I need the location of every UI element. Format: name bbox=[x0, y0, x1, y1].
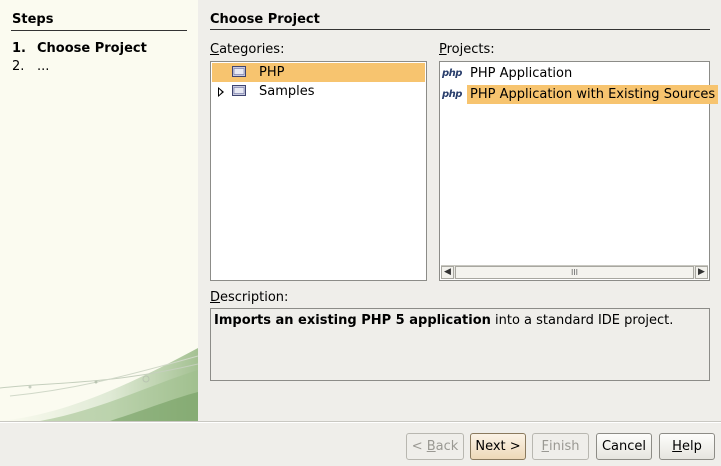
decorative-swirl-graphic bbox=[0, 348, 198, 421]
description-bold-text: Imports an existing PHP 5 application bbox=[214, 313, 491, 328]
projects-label: Projects: bbox=[439, 42, 495, 57]
php-icon: php bbox=[442, 68, 462, 79]
back-button[interactable]: < Back bbox=[406, 433, 464, 460]
steps-title: Steps bbox=[12, 12, 54, 27]
label-text: rojects: bbox=[446, 42, 495, 57]
scroll-right-button[interactable]: ▶ bbox=[695, 266, 708, 279]
title-divider bbox=[210, 29, 710, 30]
description-text: into a standard IDE project. bbox=[490, 313, 674, 328]
categories-label: Categories: bbox=[210, 42, 284, 57]
scrollbar-grip-icon: III bbox=[570, 268, 579, 277]
step-number: 1. bbox=[12, 41, 26, 56]
step-item-choose-project: 1. Choose Project bbox=[12, 41, 147, 56]
folder-icon bbox=[232, 65, 246, 81]
finish-button[interactable]: Finish bbox=[532, 433, 589, 460]
list-item-php-existing-sources[interactable]: php PHP Application with Existing Source… bbox=[442, 85, 719, 104]
help-button[interactable]: Help bbox=[659, 433, 715, 460]
button-mnemonic: H bbox=[672, 439, 682, 454]
projects-list[interactable]: php PHP Application php PHP Application … bbox=[439, 61, 719, 281]
label-text: ategories: bbox=[219, 42, 285, 57]
button-text: < bbox=[411, 439, 427, 454]
step-number: 2. bbox=[12, 59, 25, 74]
button-mnemonic: B bbox=[426, 439, 436, 454]
label-text: escription: bbox=[220, 290, 289, 305]
step-label: ... bbox=[37, 59, 50, 74]
step-label: Choose Project bbox=[37, 41, 147, 56]
horizontal-scrollbar[interactable]: ◀ III ▶ bbox=[441, 265, 708, 279]
tree-item-samples[interactable]: Samples bbox=[212, 82, 425, 101]
cancel-button[interactable]: Cancel bbox=[596, 433, 652, 460]
label-mnemonic: P bbox=[439, 42, 447, 57]
steps-divider bbox=[11, 30, 187, 31]
description-box: Imports an existing PHP 5 application in… bbox=[210, 308, 710, 381]
tree-item-label: PHP bbox=[256, 63, 288, 82]
footer-divider bbox=[0, 421, 721, 423]
list-item-label: PHP Application with Existing Sources bbox=[467, 85, 719, 104]
description-label: Description: bbox=[210, 290, 288, 305]
label-mnemonic: D bbox=[210, 290, 221, 305]
scrollbar-thumb[interactable]: III bbox=[455, 266, 694, 279]
php-icon: php bbox=[442, 89, 462, 100]
list-item-label: PHP Application bbox=[470, 66, 573, 81]
button-text: ack bbox=[435, 439, 459, 454]
page-title: Choose Project bbox=[210, 12, 320, 27]
button-text: inish bbox=[549, 439, 580, 454]
list-item-php-application[interactable]: php PHP Application bbox=[442, 64, 575, 83]
button-text: Next > bbox=[475, 439, 521, 454]
button-mnemonic: F bbox=[541, 439, 549, 454]
tree-item-label: Samples bbox=[259, 84, 315, 99]
folder-icon bbox=[232, 84, 246, 100]
button-text: Cancel bbox=[601, 439, 647, 454]
expand-triangle-icon[interactable] bbox=[218, 87, 224, 97]
steps-panel: Steps 1. Choose Project 2. ... bbox=[0, 0, 198, 421]
button-text: elp bbox=[681, 439, 702, 454]
tree-item-php[interactable]: PHP bbox=[212, 63, 425, 82]
categories-tree[interactable]: PHP Samples bbox=[210, 61, 427, 281]
label-mnemonic: C bbox=[210, 42, 220, 57]
scroll-left-button[interactable]: ◀ bbox=[441, 266, 454, 279]
next-button[interactable]: Next > bbox=[470, 433, 526, 460]
step-item-next: 2. ... bbox=[12, 59, 49, 74]
